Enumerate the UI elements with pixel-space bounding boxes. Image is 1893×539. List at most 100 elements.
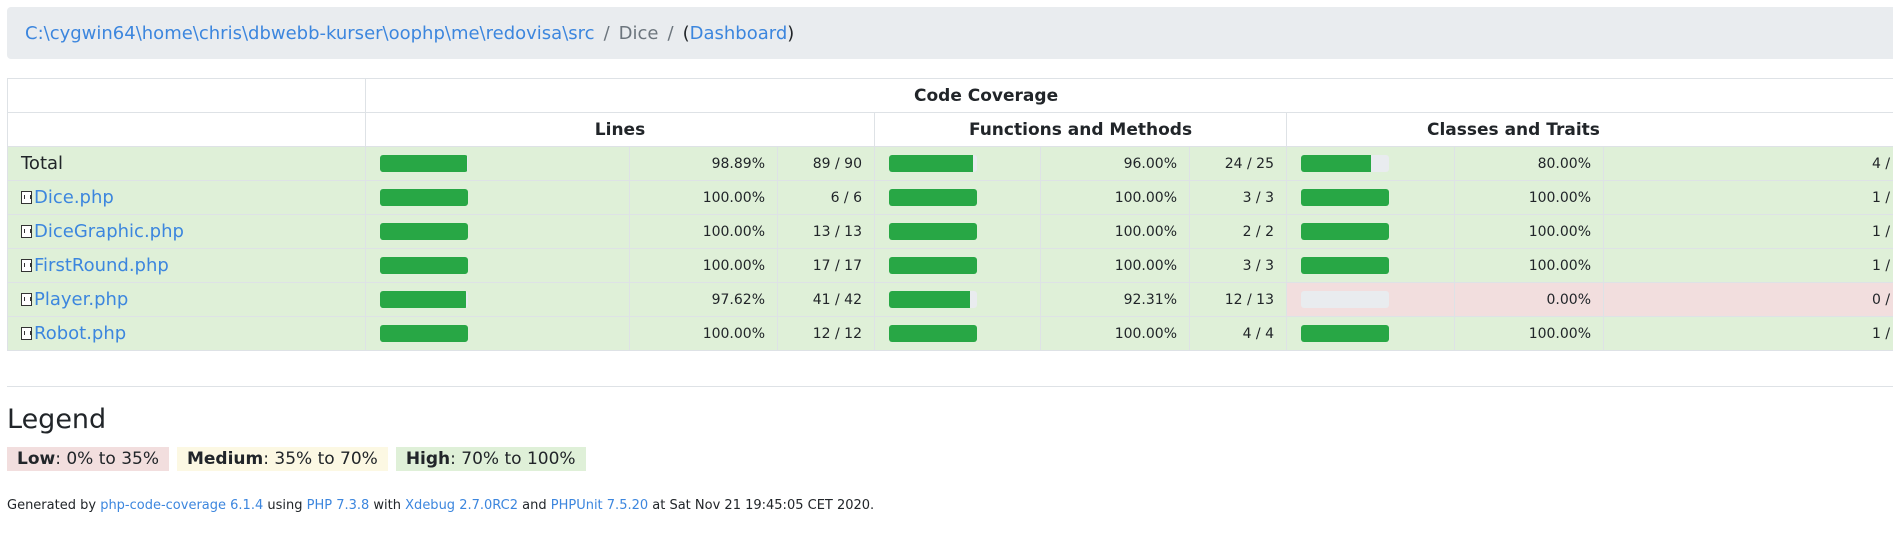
progress-bar [889, 325, 977, 342]
legend-low: Low: 0% to 35% [7, 447, 169, 471]
lines-percent: 100.00% [629, 180, 778, 215]
progress-bar [380, 189, 468, 206]
lines-header: Lines [365, 112, 875, 147]
lines-percent: 100.00% [629, 316, 778, 351]
classes-bar-cell [1286, 248, 1455, 283]
functions-bar-cell [874, 180, 1041, 215]
progress-bar-fill [380, 257, 468, 274]
table-row: Dice.php 100.00% 6 / 6 100.00% 3 / 3 100.00% 1… [7, 180, 1893, 215]
file-name-cell: Player.php [7, 282, 366, 317]
progress-bar-fill [1301, 257, 1389, 274]
file-link[interactable]: Player.php [34, 289, 128, 310]
classes-percent: 100.00% [1454, 214, 1604, 249]
php-code-coverage-link[interactable]: php-code-coverage 6.1.4 [100, 498, 263, 513]
dashboard-link[interactable]: Dashboard [690, 23, 788, 44]
progress-bar [380, 325, 468, 342]
classes-fraction: 0 / 1 [1602, 282, 1893, 317]
functions-percent: 100.00% [1040, 316, 1190, 351]
classes-bar-cell [1286, 316, 1455, 351]
lines-bar-cell [365, 180, 630, 215]
functions-percent: 100.00% [1040, 214, 1190, 249]
classes-percent: 0.00% [1454, 282, 1604, 317]
header-empty [7, 78, 366, 113]
lines-percent: 100.00% [629, 248, 778, 283]
legend-high-label: High [405, 449, 451, 469]
file-link[interactable]: DiceGraphic.php [34, 221, 184, 242]
progress-bar-fill [380, 325, 468, 342]
table-row: FirstRound.php 100.00% 17 / 17 100.00% 3 / 3… [7, 248, 1893, 283]
file-code-icon [21, 327, 32, 340]
table-row: Robot.php 100.00% 12 / 12 100.00% 4 / 4 100.0… [7, 316, 1893, 351]
breadcrumb-separator: / [667, 22, 674, 44]
progress-bar [1301, 325, 1389, 342]
progress-bar [1301, 155, 1389, 172]
classes-bar-cell [1286, 214, 1455, 249]
functions-bar-cell [874, 214, 1041, 249]
lines-fraction: 41 / 42 [777, 282, 875, 317]
functions-bar-cell [874, 146, 1041, 181]
file-name-cell: Robot.php [7, 316, 366, 351]
table-row: DiceGraphic.php 100.00% 13 / 13 100.00% 2 / … [7, 214, 1893, 249]
file-name-cell: Dice.php [7, 180, 366, 215]
breadcrumb-current: Dice [618, 22, 659, 44]
file-link[interactable]: FirstRound.php [34, 255, 169, 276]
progress-bar [1301, 257, 1389, 274]
functions-fraction: 3 / 3 [1189, 248, 1287, 283]
footer-text: using [263, 498, 307, 513]
progress-bar [380, 257, 468, 274]
functions-fraction: 4 / 4 [1189, 316, 1287, 351]
progress-bar-fill [1301, 189, 1389, 206]
classes-bar-cell [1286, 180, 1455, 215]
footer-text: at Sat Nov 21 19:45:05 CET 2020. [648, 498, 875, 513]
functions-percent: 96.00% [1040, 146, 1190, 181]
progress-bar-fill [1301, 155, 1372, 172]
file-link[interactable]: Dice.php [34, 187, 114, 208]
lines-fraction: 89 / 90 [777, 146, 875, 181]
breadcrumb-path-link[interactable]: C:\cygwin64\home\chris\dbwebb-kurser\oop… [25, 23, 595, 44]
progress-bar-fill [1301, 223, 1389, 240]
legend-high: High: 70% to 100% [395, 447, 586, 471]
breadcrumb-close-paren: ) [787, 22, 795, 44]
legend-medium-label: Medium [186, 449, 264, 469]
functions-fraction: 24 / 25 [1189, 146, 1287, 181]
xdebug-link[interactable]: Xdebug 2.7.0RC2 [405, 498, 518, 513]
classes-percent: 100.00% [1454, 316, 1604, 351]
lines-fraction: 6 / 6 [777, 180, 875, 215]
progress-bar-fill [889, 291, 971, 308]
classes-bar-cell [1286, 282, 1455, 317]
functions-fraction: 12 / 13 [1189, 282, 1287, 317]
progress-bar-fill [380, 155, 468, 172]
file-name-cell: DiceGraphic.php [7, 214, 366, 249]
classes-percent: 100.00% [1454, 248, 1604, 283]
php-link[interactable]: PHP 7.3.8 [307, 498, 370, 513]
legend-low-label: Low [17, 449, 56, 469]
legend-low-range: : 0% to 35% [55, 449, 159, 469]
functions-percent: 100.00% [1040, 248, 1190, 283]
classes-header: Classes and Traits [1285, 112, 1893, 147]
footer-text: Generated by [7, 498, 101, 513]
legend: Low: 0% to 35% Medium: 35% to 70% High: … [7, 447, 594, 471]
file-link[interactable]: Robot.php [34, 323, 126, 344]
progress-bar-fill [889, 257, 977, 274]
progress-bar [889, 223, 977, 240]
progress-bar [889, 257, 977, 274]
lines-fraction: 13 / 13 [777, 214, 875, 249]
lines-bar-cell [365, 282, 630, 317]
progress-bar [1301, 189, 1389, 206]
progress-bar-fill [380, 291, 466, 308]
progress-bar [380, 291, 468, 308]
footer: Generated by php-code-coverage 6.1.4 usi… [7, 498, 874, 513]
file-name-cell: Total [7, 146, 366, 181]
total-label: Total [21, 153, 64, 174]
classes-percent: 80.00% [1454, 146, 1604, 181]
progress-bar [889, 189, 977, 206]
phpunit-link[interactable]: PHPUnit 7.5.20 [551, 498, 648, 513]
functions-percent: 92.31% [1040, 282, 1190, 317]
lines-fraction: 17 / 17 [777, 248, 875, 283]
progress-bar-fill [1301, 325, 1389, 342]
breadcrumb-open-paren: ( [682, 22, 690, 44]
lines-percent: 100.00% [629, 214, 778, 249]
header-empty [7, 112, 366, 147]
coverage-table: Code Coverage Lines Functions and Method… [7, 78, 1893, 351]
progress-bar-fill [889, 189, 977, 206]
